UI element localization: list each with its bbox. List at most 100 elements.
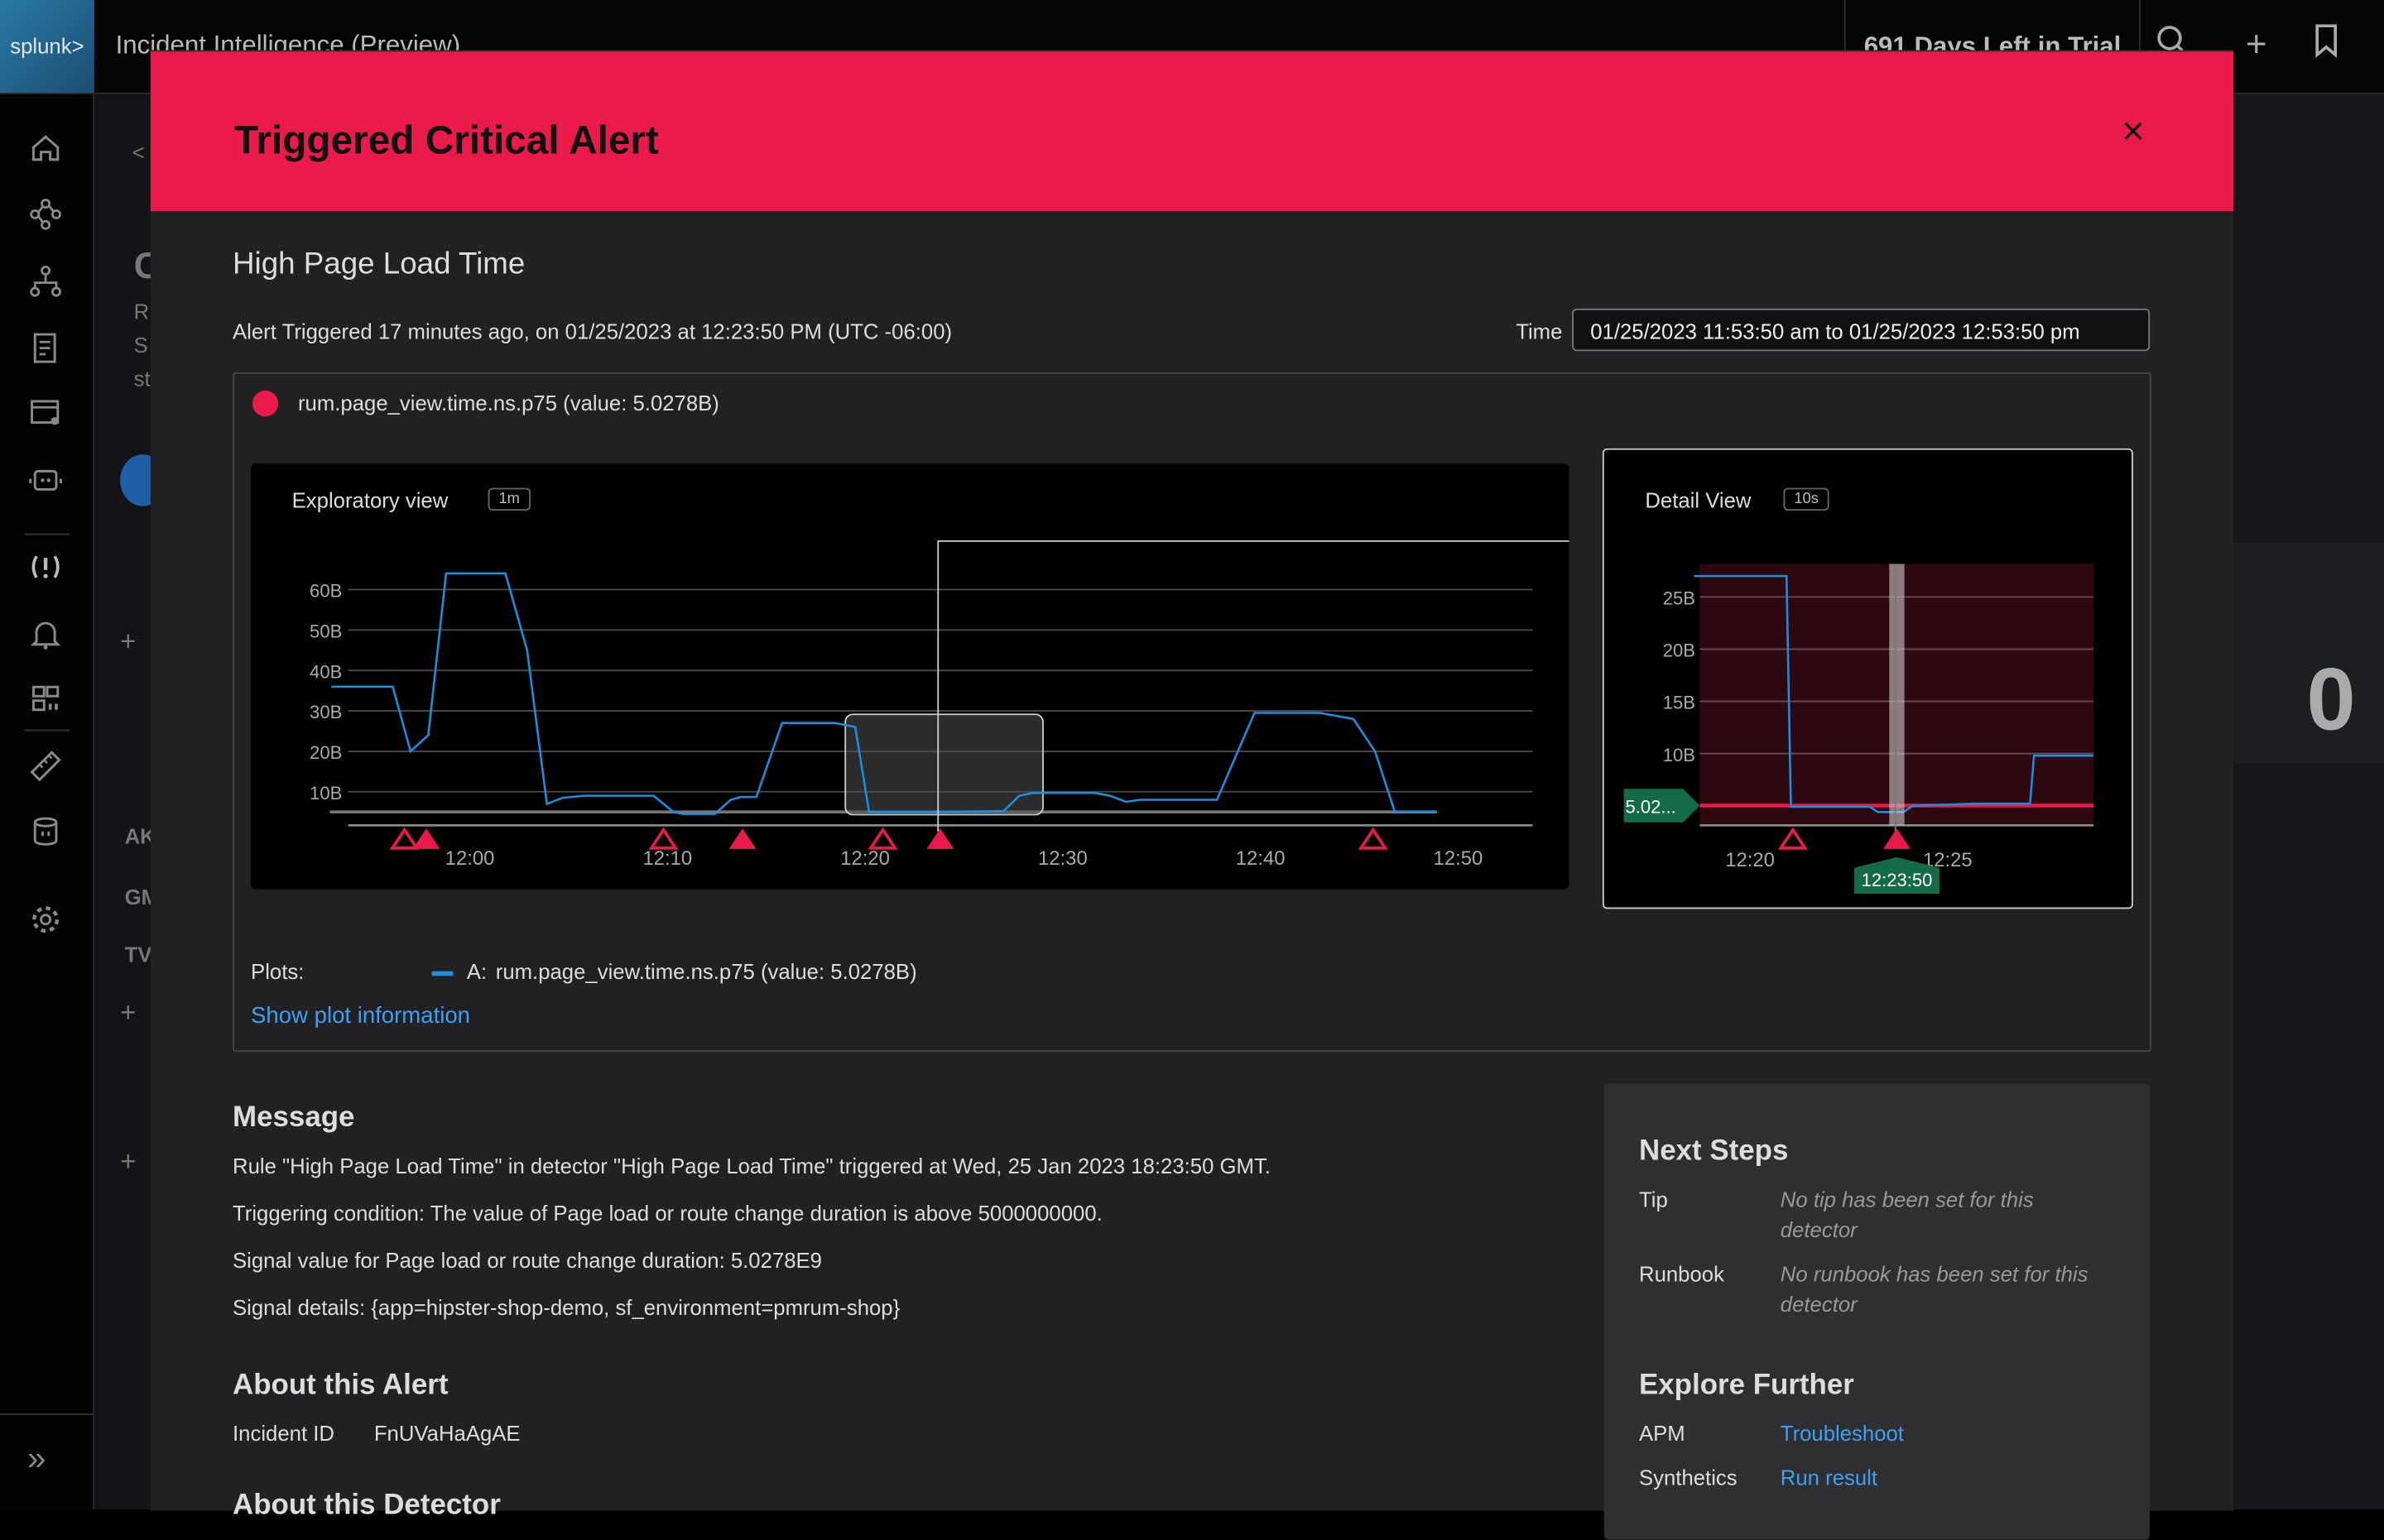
- bg-counter: 0: [2306, 650, 2356, 750]
- alert-modal: Triggered Critical Alert × High Page Loa…: [150, 50, 2234, 1540]
- triggered-time: Alert Triggered 17 minutes ago, on 01/25…: [233, 319, 953, 344]
- about-detector-heading: About this Detector: [233, 1489, 501, 1522]
- add-icon[interactable]: +: [120, 997, 136, 1029]
- explore-further-heading: Explore Further: [1638, 1369, 1854, 1402]
- x-tick-label: 12:50: [1434, 847, 1483, 870]
- bg-text: S: [133, 333, 148, 357]
- rum-icon[interactable]: [23, 396, 69, 436]
- database-icon[interactable]: [23, 814, 69, 854]
- next-steps-heading: Next Steps: [1638, 1135, 1789, 1168]
- y-tick-label: 10B: [310, 783, 342, 804]
- alerts-bell-icon[interactable]: [23, 617, 69, 657]
- synthetics-robot-icon[interactable]: [23, 463, 69, 503]
- time-label: Time: [1516, 319, 1563, 344]
- incident-icon[interactable]: [23, 550, 69, 590]
- y-tick-label: 10B: [1663, 745, 1695, 765]
- background-panel: < C R S st + AK GM TV + +: [94, 94, 166, 1509]
- time-range-field[interactable]: 01/25/2023 11:53:50 am to 01/25/2023 12:…: [1572, 308, 2151, 352]
- dashboards-icon[interactable]: [23, 683, 69, 722]
- message-line: Signal value for Page load or route chan…: [233, 1247, 822, 1273]
- modal-header: Triggered Critical Alert ×: [150, 51, 2234, 212]
- add-icon[interactable]: +: [120, 626, 136, 659]
- y-tick-label: 60B: [310, 581, 342, 602]
- x-tick-label: 12:00: [445, 847, 495, 870]
- plot-name: rum.page_view.time.ns.p75 (value: 5.0278…: [495, 958, 917, 984]
- back-chevron: <: [132, 139, 145, 165]
- alert-cleared-marker: [648, 827, 679, 850]
- runbook-value: No runbook has been set for this detecto…: [1780, 1261, 2088, 1317]
- alert-cleared-marker: [1358, 827, 1388, 850]
- message-line: Triggering condition: The value of Page …: [233, 1201, 1103, 1226]
- bg-text: R: [133, 299, 150, 324]
- troubleshoot-link[interactable]: Troubleshoot: [1781, 1421, 1904, 1445]
- nav-divider: [0, 1413, 94, 1415]
- x-tick-label: 12:30: [1038, 847, 1088, 870]
- apm-label: APM: [1638, 1421, 1685, 1446]
- bookmark-icon[interactable]: [2305, 24, 2347, 66]
- detail-view[interactable]: Detail View 10s 10B 15B 20B 25B 12:20 12:25 5.…: [1602, 448, 2133, 909]
- left-nav: »: [0, 94, 94, 1509]
- series-color-swatch: [431, 971, 454, 976]
- tip-value: No tip has been set for this detector: [1780, 1187, 2034, 1242]
- exploratory-chart[interactable]: 10B 20B 30B 40B 50B 60B 12:00 12:10 12:20 12:30 12…: [251, 463, 1569, 889]
- runbook-label: Runbook: [1638, 1261, 1724, 1286]
- threshold-value-label: 5.02...: [1625, 797, 1675, 818]
- signal-label: rum.page_view.time.ns.p75 (value: 5.0278…: [297, 391, 719, 415]
- x-tick-label: 12:20: [1725, 849, 1775, 871]
- run-result-link[interactable]: Run result: [1781, 1466, 1877, 1490]
- x-tick-label: 12:40: [1236, 847, 1286, 870]
- alert-name: High Page Load Time: [233, 247, 526, 281]
- y-tick-label: 20B: [310, 742, 342, 763]
- cursor-band: [1889, 564, 1905, 826]
- background-panel-right: 0: [2233, 94, 2384, 1509]
- selection-window: [844, 713, 1044, 816]
- y-tick-label: 30B: [310, 702, 342, 722]
- logs-icon[interactable]: [23, 331, 69, 371]
- chart-panel: rum.page_view.time.ns.p75 (value: 5.0278…: [233, 372, 2151, 1053]
- message-line: Signal details: {app=hipster-shop-demo, …: [233, 1294, 901, 1320]
- incident-id-value: FnUVaHaAgAE: [373, 1421, 521, 1446]
- alert-cleared-marker: [1777, 827, 1808, 850]
- y-tick-label: 15B: [1663, 693, 1695, 713]
- signal-dot: [252, 391, 279, 417]
- detail-chart[interactable]: 10B15B20B25B12:20 12:255.02...12:23:50: [1604, 450, 2132, 908]
- alert-cleared-marker: [389, 827, 420, 850]
- ruler-icon[interactable]: [23, 750, 69, 789]
- y-tick-label: 40B: [310, 661, 342, 682]
- incident-id-label: Incident ID: [233, 1421, 334, 1446]
- alert-triggered-marker: [728, 828, 757, 849]
- about-alert-heading: About this Alert: [233, 1369, 449, 1402]
- hierarchy-icon[interactable]: [23, 265, 69, 305]
- bg-chip: TV: [124, 942, 152, 967]
- cursor-time-label: 12:23:50: [1862, 870, 1933, 890]
- splunk-logo[interactable]: splunk>: [0, 0, 94, 94]
- y-tick-label: 50B: [310, 621, 342, 642]
- plots-label: Plots:: [251, 958, 305, 984]
- alert-cleared-marker: [868, 827, 898, 850]
- settings-gear-icon[interactable]: [23, 903, 69, 943]
- alert-triggered-marker: [412, 828, 440, 849]
- alert-triggered-marker: [926, 828, 954, 849]
- bg-text: st: [133, 366, 151, 391]
- plus-icon[interactable]: +: [2235, 24, 2277, 66]
- nav-divider: [24, 533, 70, 535]
- plot-letter: A:: [466, 958, 488, 984]
- close-icon[interactable]: ×: [2115, 111, 2151, 151]
- service-map-icon[interactable]: [23, 198, 69, 237]
- exploratory-view[interactable]: Exploratory view 1m 10B 20B 30B 40B 50B 60B 12…: [251, 463, 1569, 890]
- y-tick-label: 20B: [1663, 640, 1695, 661]
- y-tick-label: 25B: [1663, 588, 1695, 609]
- nav-divider: [24, 729, 70, 732]
- message-heading: Message: [233, 1101, 355, 1135]
- message-line: Rule "High Page Load Time" in detector "…: [233, 1154, 1271, 1178]
- show-plot-info-link[interactable]: Show plot information: [251, 1003, 470, 1029]
- x-tick-label: 12:10: [642, 847, 692, 870]
- alert-triggered-marker: [1883, 828, 1911, 849]
- x-tick-label: 12:20: [840, 847, 890, 870]
- expand-nav-icon[interactable]: »: [27, 1439, 46, 1479]
- home-icon[interactable]: [23, 131, 69, 170]
- next-steps-panel: Next Steps Tip No tip has been set for t…: [1603, 1083, 2151, 1540]
- synthetics-label: Synthetics: [1638, 1465, 1738, 1490]
- add-icon[interactable]: +: [120, 1146, 136, 1178]
- tip-label: Tip: [1638, 1187, 1668, 1211]
